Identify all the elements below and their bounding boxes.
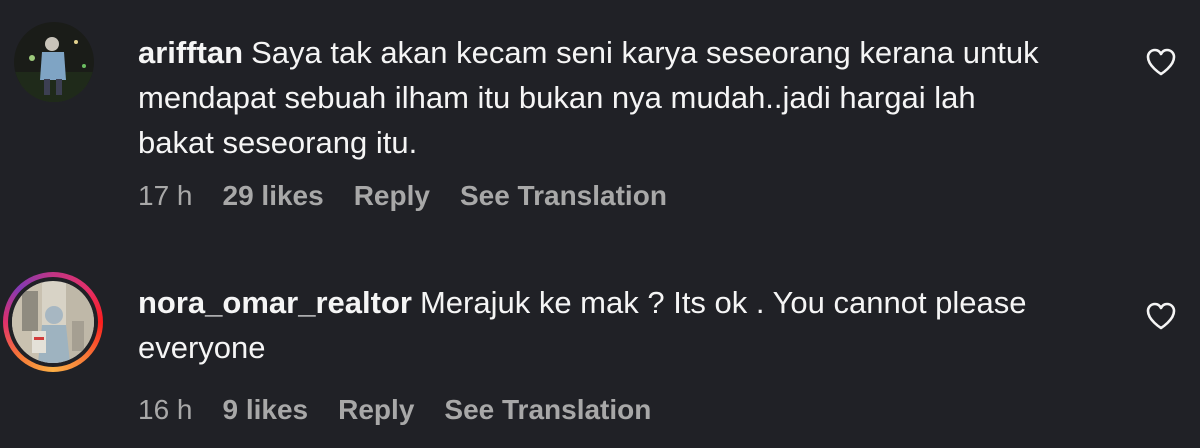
comment-text-block: nora_omar_realtor Merajuk ke mak ? Its ok… [138, 280, 1058, 370]
comment-time: 16 h [138, 394, 193, 425]
comment-body: Saya tak akan kecam seni karya seseorang… [138, 35, 1039, 160]
comment-text-block: arifftan Saya tak akan kecam seni karya s… [138, 30, 1058, 165]
see-translation-button[interactable]: See Translation [444, 394, 651, 426]
avatar[interactable] [14, 22, 94, 102]
comment-meta: 17 h 29 likes Reply See Translation [138, 180, 697, 212]
comment-username[interactable]: nora_omar_realtor [138, 285, 412, 320]
comment-meta: 16 h 9 likes Reply See Translation [138, 394, 681, 426]
comment-likes[interactable]: 29 likes [223, 180, 324, 212]
see-translation-button[interactable]: See Translation [460, 180, 667, 212]
avatar-photo-icon [14, 22, 94, 102]
heart-outline-icon[interactable] [1146, 302, 1176, 330]
reply-button[interactable]: Reply [354, 180, 430, 212]
comment-username[interactable]: arifftan [138, 35, 243, 70]
comment-time: 17 h [138, 180, 193, 211]
reply-button[interactable]: Reply [338, 394, 414, 426]
avatar-story-ring[interactable] [3, 272, 103, 372]
heart-outline-icon[interactable] [1146, 48, 1176, 76]
comment-likes[interactable]: 9 likes [223, 394, 309, 426]
avatar-photo-icon [12, 281, 94, 363]
avatar [12, 281, 94, 363]
